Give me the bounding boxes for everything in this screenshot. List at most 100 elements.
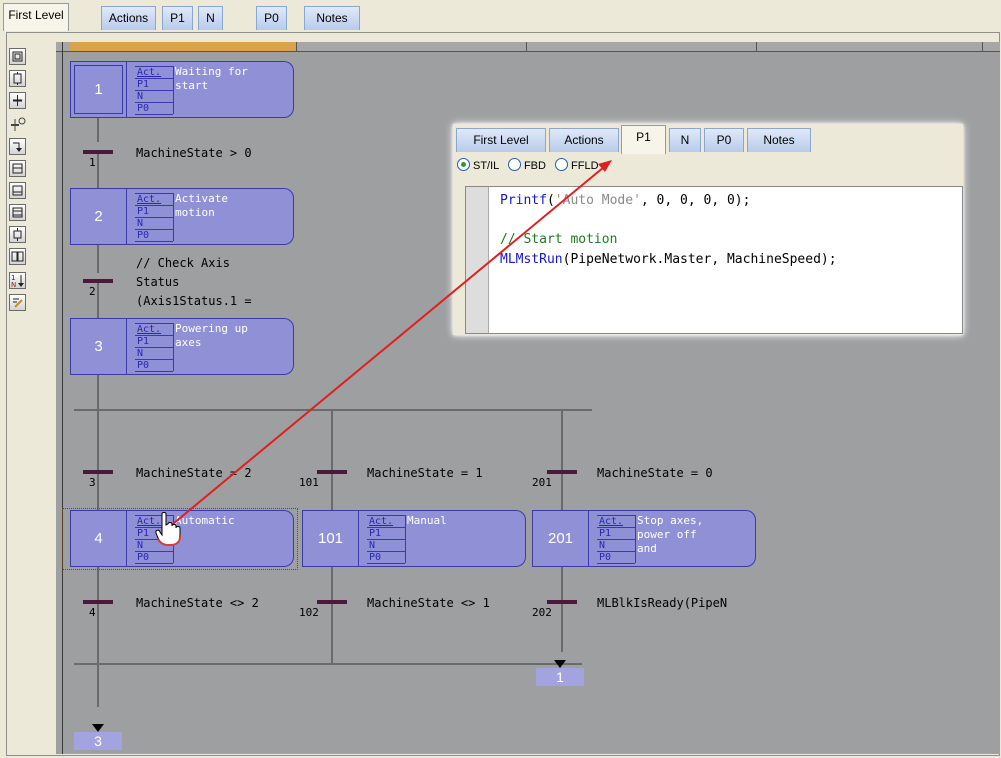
action-block[interactable]: Act. P1 N P0 Automatic [127,510,294,567]
action-label: Powering up axes [175,322,248,349]
transition-bar[interactable] [83,470,113,474]
link-line [97,282,99,318]
language-selector: ST/IL FBD FFLD [457,158,599,172]
canvas-gutter-line [62,42,63,754]
add-transition-icon[interactable] [9,92,26,109]
tab-notes[interactable]: Notes [304,6,360,30]
action-block[interactable]: Act. P1 N P0 Manual [359,510,526,567]
sort-icon[interactable]: 1N [9,272,26,289]
svg-text:N: N [11,281,16,287]
link-line [561,567,563,652]
tab-actions[interactable]: Actions [101,6,156,30]
align-icon[interactable] [9,248,26,265]
add-macro-icon[interactable] [9,116,26,133]
transition-condition[interactable]: MachineState <> 2 [136,594,259,613]
fbd-radio[interactable] [507,158,521,171]
transition-number: 101 [299,476,319,489]
initial-step-icon[interactable] [9,48,26,65]
transition-bar[interactable] [317,600,347,604]
transition-bar[interactable] [83,279,113,283]
tab-n[interactable]: N [198,6,223,30]
popup-tab-actions[interactable]: Actions [549,128,619,152]
action-label: Manual [407,514,447,527]
transition-bar[interactable] [83,600,113,604]
hand-pointer-icon [155,512,181,546]
link-line [97,375,99,510]
popup-tab-n[interactable]: N [669,128,701,152]
st-il-radio[interactable] [457,158,470,171]
transition-number: 4 [89,606,96,619]
transition-bar[interactable] [83,150,113,154]
st-il-label: ST/IL [473,160,499,172]
convergence-bar [74,663,582,665]
link-line [561,410,563,510]
step-icon[interactable] [9,70,26,87]
transition-condition[interactable]: // Check Axis Status (Axis1Status.1 = [136,254,252,311]
transition-number: 202 [532,606,552,619]
action-block[interactable]: Act. P1 N P0 Powering up axes [127,318,294,375]
ruler-tick [982,42,983,51]
transition-condition[interactable]: MachineState = 2 [136,464,252,483]
qualifier-list: Act. P1 N P0 [135,323,174,372]
fbd-label: FBD [523,160,546,172]
code-text[interactable]: Printf('Auto Mode', 0, 0, 0, 0); // Star… [500,191,837,269]
action-label: Stop axes, power off and [637,514,704,555]
ruler-tick [756,42,757,51]
transition-bar[interactable] [547,600,577,604]
convergence-icon[interactable] [9,182,26,199]
ffld-radio[interactable] [555,158,569,171]
simultaneous-icon[interactable] [9,204,26,221]
transition-bar[interactable] [317,470,347,474]
action-label: Activate motion [175,192,228,219]
transition-condition[interactable]: MachineState = 1 [367,464,483,483]
transition-bar[interactable] [547,470,577,474]
code-editor[interactable]: Printf('Auto Mode', 0, 0, 0, 0); // Star… [465,186,963,334]
link-line [97,245,99,273]
popup-tab-p0[interactable]: P0 [704,128,744,152]
popup-tab-notes[interactable]: Notes [747,128,811,152]
column-ruler [56,42,1000,52]
step-box[interactable]: 2 [70,188,127,245]
tab-first-level[interactable]: First Level [3,3,69,31]
action-block[interactable]: Act. P1 N P0 Waiting for start [127,61,294,118]
transition-number: 1 [89,156,96,169]
ruler-tick [526,42,527,51]
main-tab-bar: First Level Actions P1 N P0 Notes [0,0,1001,33]
action-block[interactable]: Act. P1 N P0 Stop axes, power off and [589,510,756,567]
link-line [97,152,99,188]
ffld-label: FFLD [571,160,599,172]
link-line [97,118,99,142]
tab-p0[interactable]: P0 [256,6,287,30]
action-label: Waiting for start [175,65,248,92]
divergence-bar [74,409,592,411]
transition-condition[interactable]: MachineState = 0 [597,464,713,483]
step-box[interactable]: 4 [70,510,127,567]
qualifier-list: Act. P1 N P0 [597,515,636,564]
edit-action-icon[interactable] [9,294,26,311]
transition-number: 3 [89,476,96,489]
selected-column-marker [70,42,296,51]
initial-step-box[interactable]: 1 [70,61,127,118]
action-editor-popup: First Level Actions P1 N P0 Notes ST/IL … [453,124,963,335]
insert-step-icon[interactable] [9,226,26,243]
tab-p1[interactable]: P1 [162,6,193,30]
editor-gutter [466,187,489,333]
action-block[interactable]: Act. P1 N P0 Activate motion [127,188,294,245]
step-box[interactable]: 3 [70,318,127,375]
transition-condition[interactable]: MLBlkIsReady(PipeN [597,594,727,613]
jump-to-step[interactable]: 1 [536,660,584,686]
popup-tab-p1[interactable]: P1 [621,125,666,154]
jump-to-step[interactable]: 3 [74,724,122,750]
ruler-tick [296,42,297,51]
link-line [331,410,333,510]
transition-condition[interactable]: MachineState > 0 [136,144,252,163]
transition-number: 201 [532,476,552,489]
jump-icon[interactable] [9,138,26,155]
link-line [97,567,99,707]
popup-tab-first-level[interactable]: First Level [456,128,546,152]
step-box[interactable]: 201 [532,510,589,567]
transition-condition[interactable]: MachineState <> 1 [367,594,490,613]
divergence-icon[interactable] [9,160,26,177]
step-box[interactable]: 101 [302,510,359,567]
qualifier-list: Act. P1 N P0 [135,193,174,242]
